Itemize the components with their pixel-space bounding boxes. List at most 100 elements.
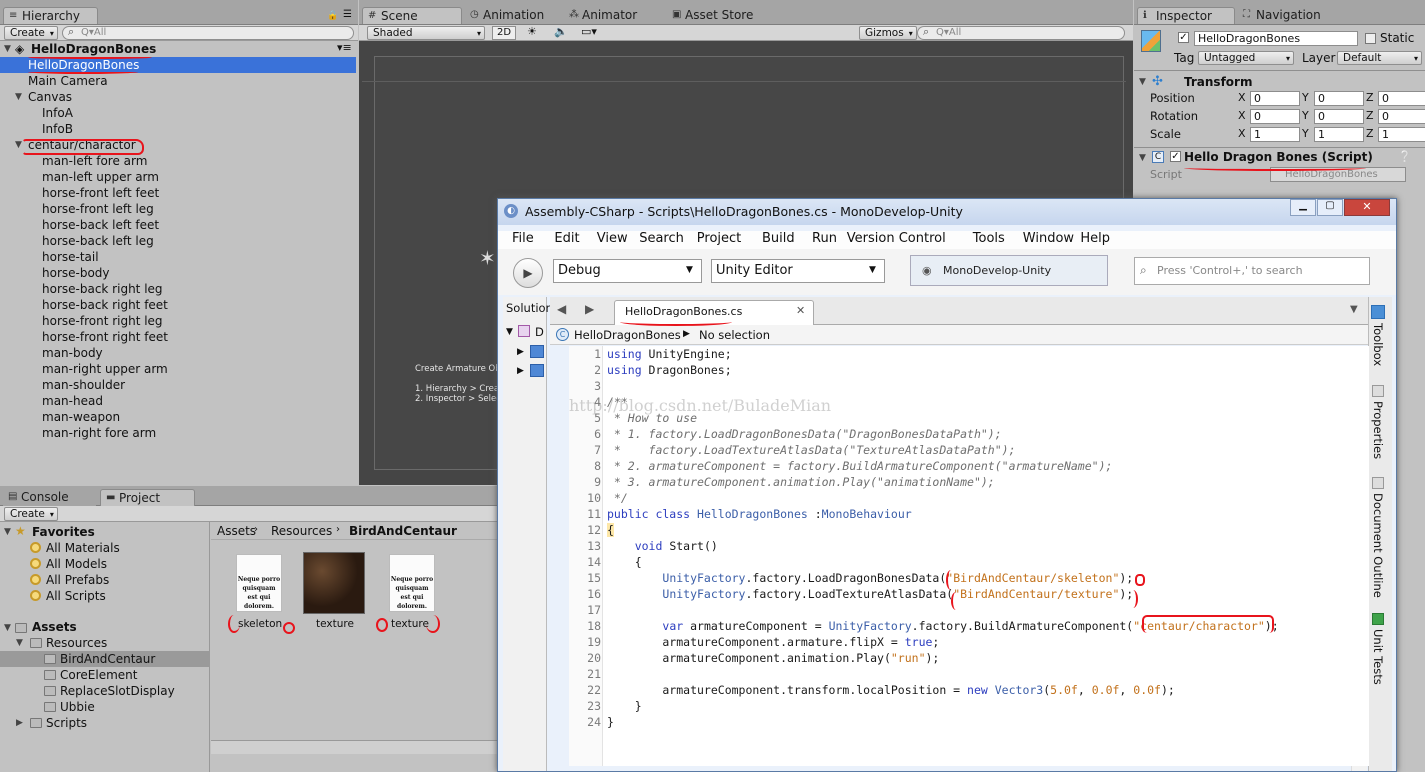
expand-arrow-icon[interactable]: ▼	[4, 527, 14, 537]
hierarchy-item[interactable]: man-body	[42, 345, 103, 361]
project-create-button[interactable]: Create	[4, 507, 58, 521]
hierarchy-item[interactable]: man-weapon	[42, 409, 120, 425]
hierarchy-item[interactable]: horse-front left feet	[42, 185, 159, 201]
run-button[interactable]: ▶	[513, 258, 543, 288]
skeleton-file-thumb[interactable]: Neque porro quisquam est qui dolorem.	[236, 554, 282, 612]
asset-folder[interactable]: Resources	[46, 635, 107, 651]
transform-y-field[interactable]: 1	[1314, 127, 1364, 142]
asset-folder[interactable]: Scripts	[46, 715, 87, 731]
light-icon[interactable]: ☀	[527, 25, 537, 38]
configuration-select[interactable]: Debug	[553, 259, 702, 283]
menu-item[interactable]: Run	[812, 231, 837, 246]
tab-animator[interactable]: ⁂ Animator	[564, 7, 664, 24]
global-search-input[interactable]: Press 'Control+,' to search	[1134, 257, 1370, 285]
menu-item[interactable]: Project	[697, 231, 741, 246]
tab-asset-store[interactable]: ▣ Asset Store	[667, 7, 767, 24]
close-button[interactable]: ✕	[1344, 199, 1390, 216]
static-checkbox[interactable]	[1365, 33, 1376, 44]
menu-item[interactable]: File	[512, 231, 534, 246]
hierarchy-item[interactable]: horse-front right leg	[42, 313, 163, 329]
transform-y-field[interactable]: 0	[1314, 91, 1364, 106]
hierarchy-item[interactable]: man-left upper arm	[42, 169, 159, 185]
hierarchy-item[interactable]: man-shoulder	[42, 377, 125, 393]
gizmos-dropdown[interactable]: Gizmos	[859, 26, 917, 40]
hierarchy-item[interactable]: man-right fore arm	[42, 425, 156, 441]
panel-menu-icon[interactable]: ☰	[343, 9, 352, 20]
expand-arrow-icon[interactable]: ▼	[506, 327, 513, 337]
audio-icon[interactable]: 🔈	[554, 25, 568, 38]
solution-pad-title[interactable]: Solution	[506, 301, 553, 315]
layer-dropdown[interactable]: Default	[1337, 51, 1422, 65]
hierarchy-search-input[interactable]: Q▾All	[62, 26, 354, 40]
help-icon[interactable]: ❔	[1398, 150, 1412, 163]
pad-properties[interactable]: Properties	[1371, 401, 1385, 459]
effects-icon[interactable]: ▭▾	[581, 25, 597, 38]
hierarchy-item[interactable]: man-right upper arm	[42, 361, 168, 377]
scene-menu-icon[interactable]: ▾≡	[337, 41, 352, 54]
target-select[interactable]: Unity Editor	[711, 259, 885, 283]
favorites-label[interactable]: Favorites	[32, 524, 95, 540]
expand-arrow-icon[interactable]: ▼	[4, 44, 14, 54]
scene-name[interactable]: HelloDragonBones	[31, 41, 156, 57]
tab-navigation[interactable]: ⛶ Navigation	[1238, 7, 1338, 24]
breadcrumb-assets[interactable]: Assets	[217, 524, 256, 538]
tab-project[interactable]: ▬ Project	[100, 489, 195, 506]
hierarchy-item[interactable]: horse-back left leg	[42, 233, 154, 249]
asset-folder[interactable]: CoreElement	[60, 667, 137, 683]
hierarchy-item[interactable]: horse-back right feet	[42, 297, 168, 313]
tab-inspector[interactable]: ℹ Inspector	[1137, 7, 1235, 24]
transform-z-field[interactable]: 0	[1378, 91, 1425, 106]
script-enabled-checkbox[interactable]: ✓	[1170, 151, 1181, 162]
menu-item[interactable]: Build	[762, 231, 795, 246]
menu-item[interactable]: Edit	[554, 231, 579, 246]
character-sprite[interactable]: ✶	[479, 246, 496, 270]
expand-arrow-icon[interactable]: ▼	[4, 623, 14, 633]
tag-dropdown[interactable]: Untagged	[1198, 51, 1294, 65]
file-label-texture-json[interactable]: texture	[391, 618, 429, 630]
menu-item[interactable]: Version Control	[847, 231, 946, 246]
expand-arrow-icon[interactable]: ▼	[16, 638, 26, 648]
hierarchy-item[interactable]: InfoB	[42, 121, 73, 137]
file-label-texture[interactable]: texture	[316, 618, 354, 630]
file-label-skeleton[interactable]: skeleton	[238, 618, 282, 630]
pad-unit-tests[interactable]: Unit Tests	[1371, 629, 1385, 685]
minimize-button[interactable]: ▁	[1290, 199, 1316, 216]
object-name-field[interactable]: HelloDragonBones	[1194, 31, 1358, 46]
favorite-item[interactable]: All Scripts	[46, 588, 106, 604]
solution-item[interactable]: D	[535, 325, 544, 339]
hierarchy-item[interactable]: InfoA	[42, 105, 73, 121]
path-class[interactable]: HelloDragonBones	[574, 328, 681, 342]
maximize-button[interactable]: ▢	[1317, 199, 1343, 216]
pad-toolbox[interactable]: Toolbox	[1371, 323, 1385, 366]
close-tab-icon[interactable]: ✕	[796, 304, 805, 317]
pad-document-outline[interactable]: Document Outline	[1371, 493, 1385, 598]
active-checkbox[interactable]: ✓	[1178, 32, 1189, 43]
transform-z-field[interactable]: 0	[1378, 109, 1425, 124]
transform-z-field[interactable]: 1	[1378, 127, 1425, 142]
transform-x-field[interactable]: 1	[1250, 127, 1300, 142]
expand-arrow-icon[interactable]: ▼	[15, 92, 25, 102]
code-editor[interactable]: 1 2 3 4 5 6 7 8 9 10 11 12 13 14 15 16 17 18 19 20 21 22 23 24 …	[569, 346, 1369, 766]
asset-folder[interactable]: BirdAndCentaur	[60, 651, 155, 667]
hierarchy-item[interactable]: man-head	[42, 393, 103, 409]
hierarchy-item[interactable]: horse-back left feet	[42, 217, 159, 233]
path-selection[interactable]: No selection	[699, 328, 770, 342]
asset-folder[interactable]: ReplaceSlotDisplay	[60, 683, 175, 699]
scene-search-input[interactable]: Q▾All	[917, 26, 1125, 40]
menu-item[interactable]: View	[597, 231, 628, 246]
breadcrumb-birdandcentaur[interactable]: BirdAndCentaur	[349, 524, 457, 538]
shading-mode-dropdown[interactable]: Shaded	[367, 26, 485, 40]
menu-item[interactable]: Search	[639, 231, 684, 246]
hierarchy-item[interactable]: Main Camera	[28, 73, 108, 89]
assets-label[interactable]: Assets	[32, 619, 77, 635]
tab-animation[interactable]: ◷ Animation	[465, 7, 561, 24]
transform-y-field[interactable]: 0	[1314, 109, 1364, 124]
lock-icon[interactable]: 🔒	[327, 11, 338, 21]
tab-hierarchy[interactable]: ≡ Hierarchy	[3, 7, 98, 24]
texture-json-thumb[interactable]: Neque porro quisquam est qui dolorem.	[389, 554, 435, 612]
favorite-item[interactable]: All Models	[46, 556, 107, 572]
hierarchy-item[interactable]: horse-tail	[42, 249, 99, 265]
nav-forward-icon[interactable]: ▶	[585, 302, 594, 316]
menu-item[interactable]: Help	[1080, 231, 1110, 246]
mode-2d-toggle[interactable]: 2D	[492, 26, 516, 40]
